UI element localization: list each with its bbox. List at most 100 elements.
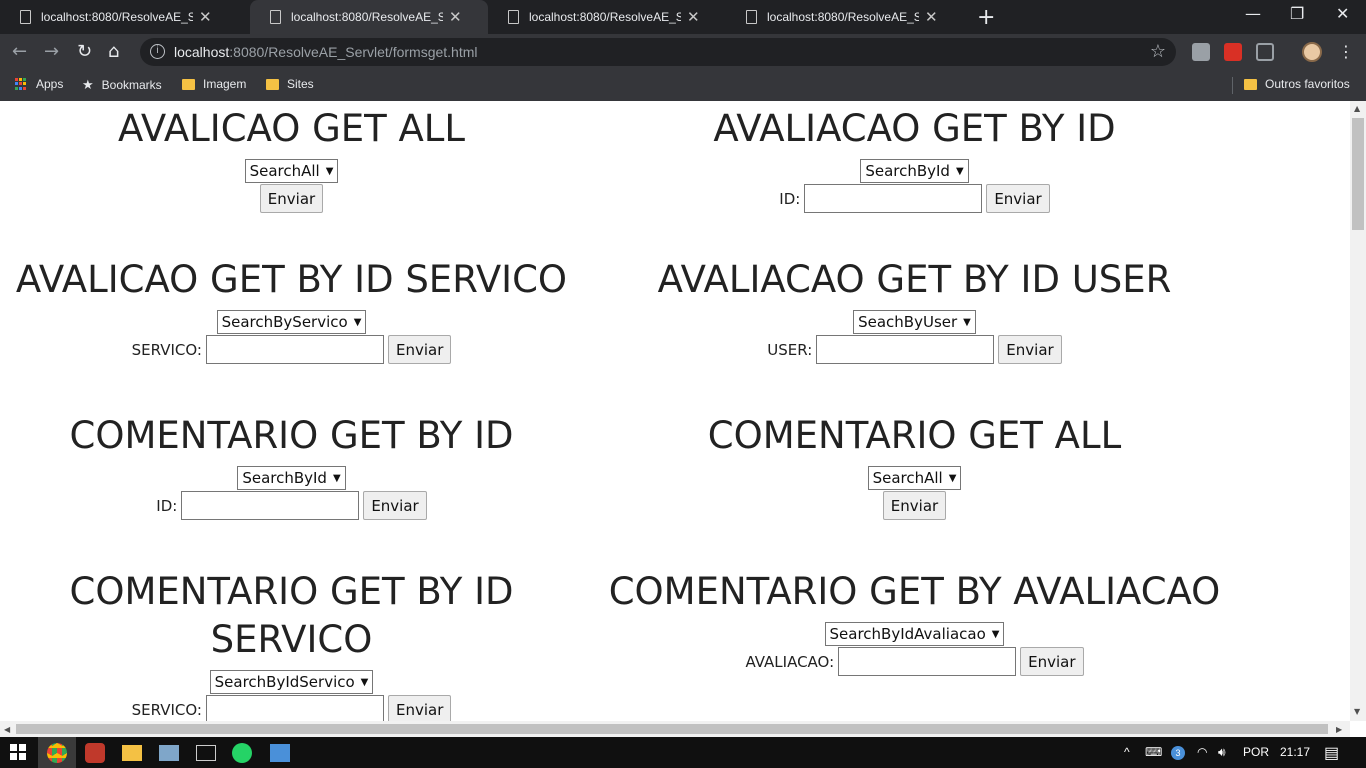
submit-button[interactable]: Enviar — [259, 184, 324, 213]
reload-icon[interactable]: ↻ — [77, 41, 92, 62]
browser-tab-4[interactable]: localhost:8080/ResolveAE_Servlet ✕ — [726, 0, 964, 34]
page-content: AVALICAO GET ALL SearchAll ▼ Enviar AVALI… — [0, 101, 1350, 721]
bookmark-star-icon[interactable]: ☆ — [1150, 41, 1166, 62]
form-heading-line-1: COMENTARIO GET BY ID — [69, 570, 514, 613]
address-url[interactable]: localhost:8080/ResolveAE_Servlet/formsge… — [174, 44, 478, 60]
back-icon[interactable]: ← — [12, 41, 27, 62]
show-hidden-icons-chevron-icon[interactable]: ^ — [1124, 745, 1130, 759]
field-label: SERVICO: — [131, 340, 202, 359]
field-label: ID: — [779, 189, 801, 208]
form-heading: COMENTARIO GET BY AVALIACAO — [608, 570, 1221, 613]
field-label: SERVICO: — [131, 700, 202, 719]
window-close-icon[interactable]: ✕ — [1336, 4, 1349, 23]
folder-icon — [1244, 78, 1257, 90]
method-select[interactable]: SeachByUser ▼ — [853, 310, 976, 334]
action-center-icon[interactable]: ▤ — [1324, 743, 1339, 763]
document-icon — [20, 10, 31, 24]
scroll-left-arrow-icon[interactable]: ◀ — [4, 725, 10, 734]
info-icon[interactable]: i — [150, 44, 165, 59]
form-avaliacao-get-by-user: AVALIACAO GET BY ID USER SeachByUser ▼ US… — [583, 256, 1246, 364]
form-heading: COMENTARIO GET BY ID — [69, 414, 514, 457]
extension-window-icon[interactable] — [1256, 43, 1274, 61]
bookmarks-separator — [1232, 77, 1233, 94]
gmail-icon[interactable] — [1224, 43, 1242, 61]
restore-icon[interactable]: ❐ — [1290, 4, 1304, 23]
id-input[interactable] — [181, 491, 360, 520]
close-tab-icon[interactable]: ✕ — [449, 8, 462, 26]
clock[interactable]: 21:17 — [1280, 745, 1310, 759]
browser-tab-3[interactable]: localhost:8080/ResolveAE_Servlet ✕ — [488, 0, 726, 34]
method-select[interactable]: SearchById ▼ — [860, 159, 969, 183]
bookmark-outros-favoritos[interactable]: Outros favoritos — [1244, 77, 1350, 91]
submit-button[interactable]: Enviar — [1020, 647, 1084, 676]
bookmark-bookmarks[interactable]: ★ Bookmarks — [82, 77, 162, 93]
address-bar[interactable]: i localhost:8080/ResolveAE_Servlet/forms… — [140, 38, 1176, 66]
forward-icon[interactable]: → — [44, 41, 59, 62]
submit-button[interactable]: Enviar — [882, 491, 947, 520]
windows-taskbar: ^ ⌨ 3 ◠ 🔊︎ POR 21:17 ▤ — [0, 737, 1366, 768]
method-select[interactable]: SearchAll ▼ — [244, 159, 339, 183]
vertical-scrollbar-thumb[interactable] — [1352, 118, 1364, 230]
form-heading-line-2: SERVICO — [210, 618, 373, 661]
method-select[interactable]: SearchById ▼ — [237, 466, 346, 490]
wifi-icon[interactable]: ◠ — [1197, 745, 1207, 759]
method-select[interactable]: SearchByIdServico ▼ — [209, 670, 374, 694]
home-icon[interactable]: ⌂ — [108, 41, 119, 62]
submit-button[interactable]: Enviar — [387, 335, 452, 364]
photos-icon[interactable] — [159, 745, 179, 761]
tab-title: localhost:8080/ResolveAE_Servlet — [767, 10, 919, 24]
chrome-taskbar-icon[interactable] — [47, 743, 67, 763]
browser-tab-1[interactable]: localhost:8080/ResolveAE_Servlet ✕ — [0, 0, 250, 34]
file-explorer-icon[interactable] — [122, 745, 142, 761]
close-tab-icon[interactable]: ✕ — [687, 8, 700, 26]
method-select[interactable]: SearchByIdAvaliacao ▼ — [824, 622, 1005, 646]
keyboard-icon[interactable]: ⌨ — [1145, 745, 1162, 759]
apps-grid-icon — [15, 77, 28, 91]
horizontal-scrollbar-thumb[interactable] — [16, 724, 1328, 734]
scroll-up-arrow-icon[interactable]: ▲ — [1354, 104, 1360, 113]
servico-input[interactable] — [205, 335, 384, 364]
user-input[interactable] — [816, 335, 995, 364]
profile-avatar[interactable] — [1302, 42, 1322, 62]
close-tab-icon[interactable]: ✕ — [199, 8, 212, 26]
bookmark-apps[interactable]: Apps — [15, 77, 63, 91]
browser-tab-2[interactable]: localhost:8080/ResolveAE_Servlet ✕ — [250, 0, 488, 34]
close-tab-icon[interactable]: ✕ — [925, 8, 938, 26]
volume-icon[interactable]: 🔊︎ — [1218, 745, 1226, 760]
method-select[interactable]: SearchByServico ▼ — [216, 310, 367, 334]
document-icon — [508, 10, 519, 24]
notification-badge-icon[interactable]: 3 — [1171, 746, 1185, 760]
scroll-right-arrow-icon[interactable]: ▶ — [1336, 725, 1342, 734]
submit-button[interactable]: Enviar — [363, 491, 427, 520]
method-select[interactable]: SearchAll ▼ — [867, 466, 962, 490]
extension-m-icon[interactable] — [1192, 43, 1210, 61]
tab-title: localhost:8080/ResolveAE_Servlet — [529, 10, 681, 24]
field-label: AVALIACAO: — [745, 652, 835, 671]
menu-kebab-icon[interactable]: ⋮ — [1338, 42, 1354, 61]
whatsapp-icon[interactable] — [232, 743, 252, 763]
form-comentario-get-by-avaliacao: COMENTARIO GET BY AVALIACAO SearchByIdAv… — [583, 568, 1246, 676]
language-indicator[interactable]: POR — [1243, 745, 1269, 759]
form-avaliacao-get-by-id: AVALIACAO GET BY ID SearchById ▼ ID: Envi… — [583, 105, 1246, 213]
servico-input[interactable] — [205, 695, 384, 721]
avaliacao-input[interactable] — [838, 647, 1017, 676]
form-heading: AVALICAO GET BY ID SERVICO — [15, 258, 568, 301]
id-input[interactable] — [804, 184, 983, 213]
scroll-down-arrow-icon[interactable]: ▼ — [1354, 707, 1360, 716]
form-comentario-get-all: COMENTARIO GET ALL SearchAll ▼ Enviar — [583, 412, 1246, 520]
windows-start-icon[interactable] — [10, 744, 26, 760]
form-comentario-get-by-servico: COMENTARIO GET BY ID SERVICO SearchByIdS… — [0, 568, 583, 721]
minimize-icon[interactable]: — — [1245, 4, 1261, 23]
command-prompt-icon[interactable] — [196, 745, 216, 761]
cube-app-icon[interactable] — [270, 744, 290, 762]
field-label: ID: — [156, 496, 178, 515]
submit-button[interactable]: Enviar — [986, 184, 1050, 213]
submit-button[interactable]: Enviar — [998, 335, 1062, 364]
bookmark-imagem[interactable]: Imagem — [182, 77, 246, 91]
bookmark-sites[interactable]: Sites — [266, 77, 314, 91]
app-taskbar-icon[interactable] — [85, 743, 105, 763]
form-heading: AVALIACAO GET BY ID — [713, 107, 1116, 150]
new-tab-button[interactable]: + — [977, 5, 995, 30]
field-label: USER: — [767, 340, 813, 359]
submit-button[interactable]: Enviar — [387, 695, 452, 721]
